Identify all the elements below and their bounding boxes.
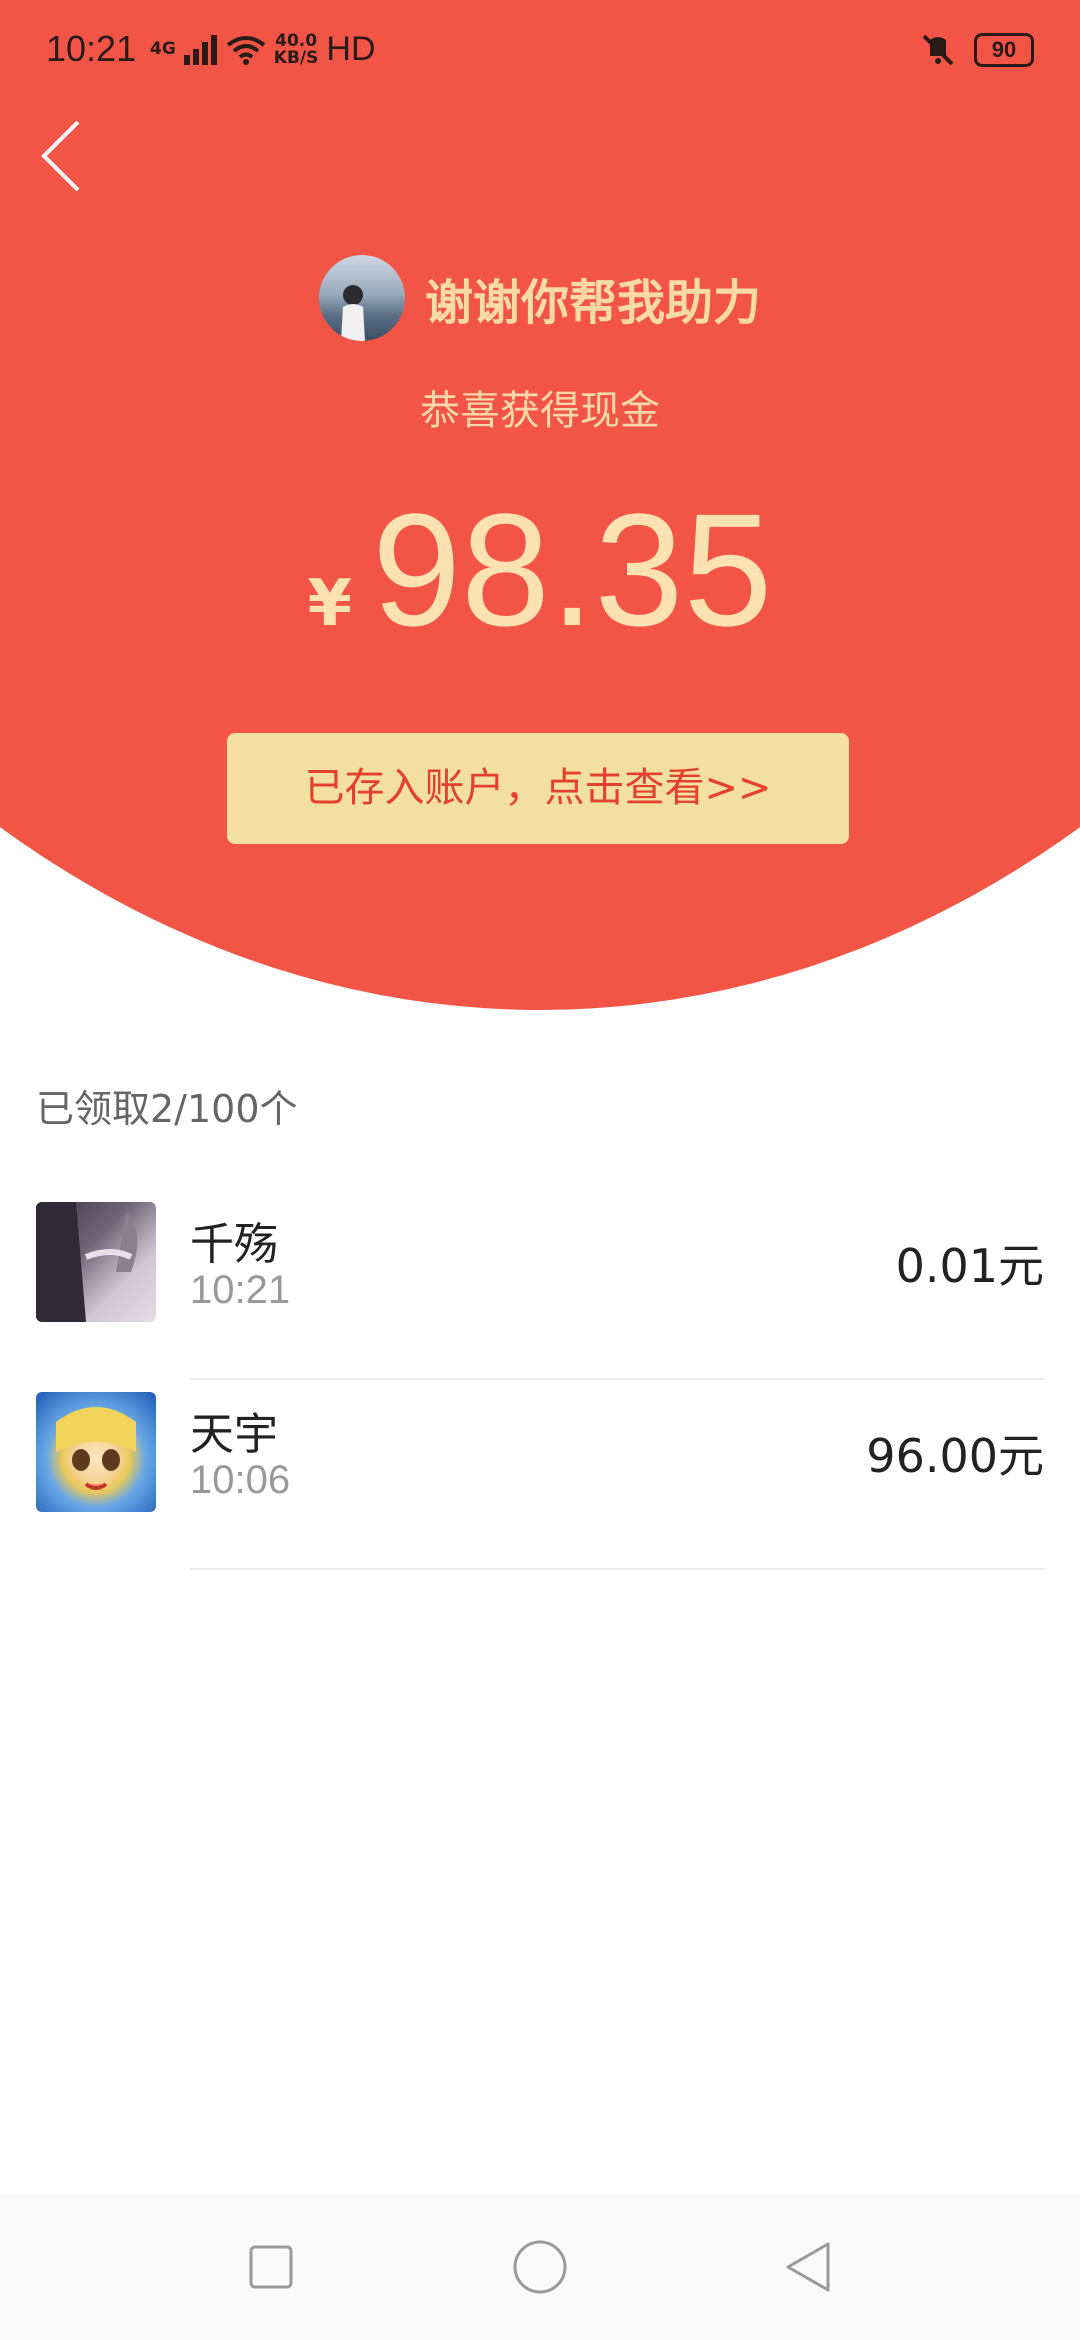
home-button[interactable] xyxy=(505,2232,575,2302)
anime-character-image xyxy=(56,1407,136,1490)
sender-row: 谢谢你帮我助力 xyxy=(0,255,1080,341)
network-status: 4G 40.0 KB/S HD xyxy=(150,30,376,69)
user-avatar xyxy=(36,1202,156,1322)
system-navigation-bar xyxy=(0,2194,1080,2340)
circle-icon xyxy=(513,2240,567,2294)
chevron-left-icon xyxy=(41,120,80,192)
nav-back-button[interactable] xyxy=(774,2232,844,2302)
status-right: 90 xyxy=(918,32,1034,68)
user-name: 千殇 xyxy=(190,1219,278,1270)
receive-amount: 96.00元 xyxy=(866,1429,1044,1483)
user-avatar xyxy=(36,1392,156,1512)
hd-label: HD xyxy=(326,30,376,68)
recent-apps-button[interactable] xyxy=(236,2232,306,2302)
holding-hands-image xyxy=(36,1202,138,1322)
sender-avatar xyxy=(318,255,405,341)
receive-time: 10:21 xyxy=(190,1268,291,1312)
network-type: 4G xyxy=(150,39,176,59)
user-name: 天宇 xyxy=(190,1409,278,1460)
sender-name: 谢谢你帮我助力 xyxy=(424,275,761,331)
net-speed: 40.0 KB/S xyxy=(273,30,319,68)
divider xyxy=(190,1568,1044,1570)
battery-indicator: 90 xyxy=(974,33,1034,67)
amount-row: ¥ 98.35 xyxy=(0,480,1080,660)
vibrate-mute-icon xyxy=(922,34,954,66)
status-time: 10:21 xyxy=(46,28,137,69)
receive-amount: 0.01元 xyxy=(895,1239,1044,1293)
status-bar: 10:21 4G 40.0 KB/S HD 90 xyxy=(0,0,1080,110)
received-summary: 已领取2/100个 xyxy=(36,1087,298,1131)
wifi-icon xyxy=(226,35,266,65)
receive-time: 10:06 xyxy=(190,1458,291,1502)
back-button[interactable] xyxy=(34,110,94,200)
triangle-back-icon xyxy=(786,2242,830,2292)
signal-icon xyxy=(183,34,217,65)
list-item[interactable]: 千殇 10:21 0.01元 xyxy=(0,1190,1080,1380)
red-packet-detail-page: 10:21 4G 40.0 KB/S HD 90 谢谢你帮我助力 恭喜获得现金 … xyxy=(0,0,1080,2340)
avatar-person-icon xyxy=(340,285,365,341)
currency-symbol: ¥ xyxy=(307,567,353,641)
square-icon xyxy=(249,2245,293,2289)
records-list: 千殇 10:21 0.01元 天宇 10:06 96.00元 xyxy=(0,1190,1080,1570)
view-account-button[interactable]: 已存入账户，点击查看>> xyxy=(227,733,849,844)
subtitle: 恭喜获得现金 xyxy=(420,388,660,434)
received-amount: 98.35 xyxy=(372,480,773,659)
list-item[interactable]: 天宇 10:06 96.00元 xyxy=(0,1380,1080,1570)
